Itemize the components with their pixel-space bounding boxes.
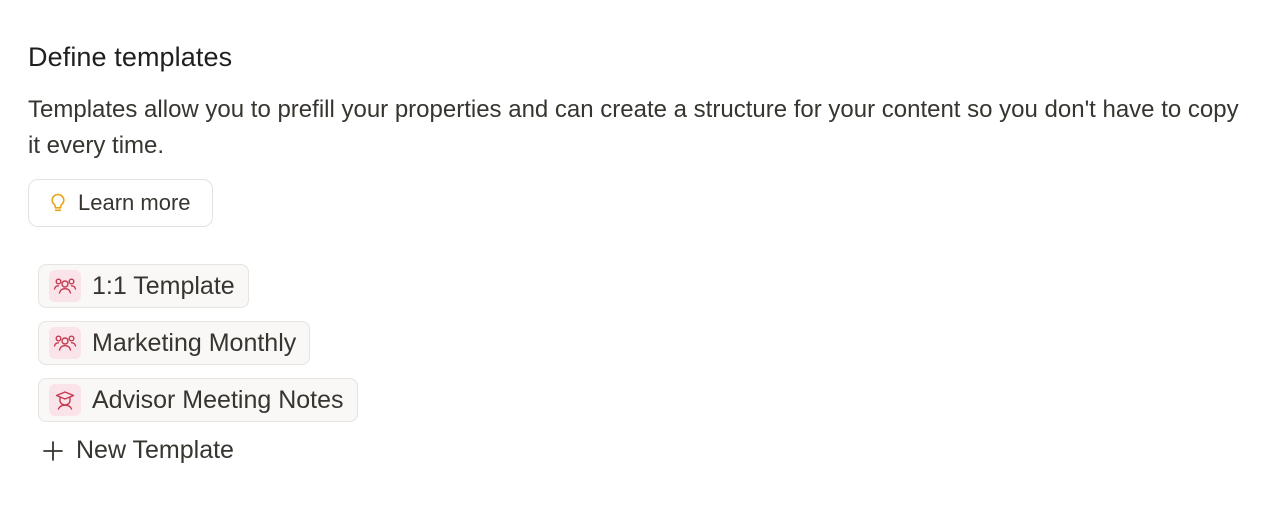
lightbulb-icon bbox=[47, 192, 69, 214]
template-item[interactable]: 1:1 Template bbox=[38, 264, 249, 308]
new-template-button[interactable]: New Template bbox=[42, 436, 234, 465]
new-template-label: New Template bbox=[76, 436, 234, 464]
plus-icon bbox=[42, 440, 64, 462]
people-icon bbox=[49, 327, 81, 359]
learn-more-label: Learn more bbox=[78, 190, 191, 215]
template-label: Marketing Monthly bbox=[92, 328, 297, 357]
graduate-icon bbox=[49, 384, 81, 416]
template-label: Advisor Meeting Notes bbox=[92, 385, 344, 414]
templates-settings-panel: Define templates Templates allow you to … bbox=[0, 0, 1272, 467]
section-description: Templates allow you to prefill your prop… bbox=[28, 96, 1239, 159]
template-item[interactable]: Marketing Monthly bbox=[38, 321, 311, 365]
template-item[interactable]: Advisor Meeting Notes bbox=[38, 378, 358, 422]
people-icon bbox=[49, 270, 81, 302]
learn-more-button[interactable]: Learn more bbox=[28, 179, 213, 227]
template-label: 1:1 Template bbox=[92, 271, 235, 300]
template-list: 1:1 Template Marketing Monthly Advisor M… bbox=[38, 264, 1244, 467]
section-title: Define templates bbox=[28, 42, 233, 72]
